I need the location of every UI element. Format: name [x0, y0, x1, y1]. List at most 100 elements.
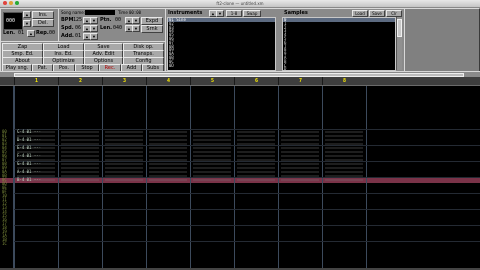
channel-header-1[interactable]: 1 [14, 77, 58, 85]
empty-cell[interactable] [237, 179, 275, 181]
empty-cell[interactable] [149, 163, 187, 165]
empty-cell[interactable] [105, 171, 143, 173]
empty-cell[interactable] [281, 151, 319, 153]
empty-cell[interactable] [149, 139, 187, 141]
empty-cell[interactable] [105, 155, 143, 157]
note-cell[interactable]: B-4 01 --- [17, 178, 41, 182]
empty-cell[interactable] [149, 179, 187, 181]
empty-cell[interactable] [325, 171, 363, 173]
empty-cell[interactable] [237, 155, 275, 157]
pattern-down-button[interactable]: ▼ [132, 17, 140, 24]
empty-cell[interactable] [61, 179, 99, 181]
sample-list-scroll-thumb[interactable] [397, 19, 402, 37]
empty-cell[interactable] [281, 147, 319, 149]
empty-cell[interactable] [193, 147, 231, 149]
note-cell[interactable]: C-4 01 --- [17, 130, 41, 134]
empty-cell[interactable] [193, 167, 231, 169]
empty-cell[interactable] [281, 139, 319, 141]
empty-cell[interactable] [325, 139, 363, 141]
note-cell[interactable]: F-4 01 --- [17, 154, 41, 158]
pattern-length-down-button[interactable]: ▼ [132, 25, 140, 32]
sample-list-scrollbar[interactable] [396, 17, 402, 70]
empty-cell[interactable] [325, 135, 363, 137]
empty-cell[interactable] [325, 131, 363, 133]
empty-cell[interactable] [61, 139, 99, 141]
shrink-button[interactable]: Srnk [141, 25, 163, 33]
empty-cell[interactable] [61, 147, 99, 149]
note-cell[interactable]: D-4 01 --- [17, 138, 41, 142]
empty-cell[interactable] [281, 179, 319, 181]
empty-cell[interactable] [61, 135, 99, 137]
empty-cell[interactable] [237, 151, 275, 153]
empty-cell[interactable] [61, 151, 99, 153]
pos-delete-button[interactable]: Del. [32, 19, 54, 27]
channel-header-6[interactable]: 6 [234, 77, 278, 85]
empty-cell[interactable] [281, 167, 319, 169]
empty-cell[interactable] [149, 151, 187, 153]
empty-cell[interactable] [193, 179, 231, 181]
channel-header-3[interactable]: 3 [102, 77, 146, 85]
empty-cell[interactable] [105, 147, 143, 149]
empty-cell[interactable] [105, 131, 143, 133]
empty-cell[interactable] [237, 139, 275, 141]
empty-cell[interactable] [61, 171, 99, 173]
expand-button[interactable]: Expd [141, 17, 163, 25]
bpm-down-button[interactable]: ▼ [90, 17, 98, 24]
empty-cell[interactable] [193, 131, 231, 133]
empty-cell[interactable] [105, 151, 143, 153]
empty-cell[interactable] [237, 171, 275, 173]
note-cell[interactable]: G-4 01 --- [17, 162, 41, 166]
empty-cell[interactable] [193, 171, 231, 173]
empty-cell[interactable] [61, 163, 99, 165]
add-down-button[interactable]: ▼ [90, 33, 98, 40]
empty-cell[interactable] [149, 135, 187, 137]
empty-cell[interactable] [237, 147, 275, 149]
empty-cell[interactable] [237, 167, 275, 169]
speed-down-button[interactable]: ▼ [90, 25, 98, 32]
empty-cell[interactable] [281, 131, 319, 133]
pos-down-button[interactable]: ▼ [23, 20, 31, 27]
empty-cell[interactable] [193, 155, 231, 157]
note-cell[interactable]: E-4 01 --- [17, 146, 41, 150]
empty-cell[interactable] [105, 139, 143, 141]
song-length-up-button[interactable]: ▲ [27, 30, 35, 37]
empty-cell[interactable] [325, 179, 363, 181]
instrument-bank-button[interactable]: 1-8 [226, 10, 242, 17]
empty-cell[interactable] [237, 131, 275, 133]
channel-header-2[interactable]: 2 [58, 77, 102, 85]
empty-cell[interactable] [61, 131, 99, 133]
pos-up-button[interactable]: ▲ [23, 11, 31, 18]
empty-cell[interactable] [105, 163, 143, 165]
empty-cell[interactable] [105, 135, 143, 137]
channel-header-8[interactable]: 8 [322, 77, 366, 85]
empty-cell[interactable] [193, 135, 231, 137]
empty-cell[interactable] [325, 167, 363, 169]
empty-cell[interactable] [325, 155, 363, 157]
instruments-page-down-button[interactable]: ▼ [216, 10, 224, 17]
sample-list[interactable]: 0123456789ABCDE [282, 17, 396, 71]
empty-cell[interactable] [325, 147, 363, 149]
empty-cell[interactable] [105, 167, 143, 169]
empty-cell[interactable] [281, 171, 319, 173]
channel-header-4[interactable]: 4 [146, 77, 190, 85]
empty-cell[interactable] [193, 139, 231, 141]
sample-clear-button[interactable]: Clr [386, 10, 402, 17]
empty-cell[interactable] [237, 135, 275, 137]
sample-save-button[interactable]: Save [369, 10, 385, 17]
empty-cell[interactable] [149, 131, 187, 133]
pos-insert-button[interactable]: Ins. [32, 11, 54, 19]
instrument-list[interactable]: 01 Sine 02 03 04 05 06 07 08 09 0A 0B 0C 0D [167, 17, 276, 71]
empty-cell[interactable] [281, 135, 319, 137]
channel-header-7[interactable]: 7 [278, 77, 322, 85]
empty-cell[interactable] [149, 155, 187, 157]
empty-cell[interactable] [281, 155, 319, 157]
swap-bank-button[interactable]: Swap [243, 10, 261, 17]
empty-cell[interactable] [149, 167, 187, 169]
pattern-editor[interactable]: 00 01 02 03 04 05 06 07 08 09 0A 0B 0C 0D 0E 0F 10 11 12 13… [0, 86, 480, 268]
empty-cell[interactable] [61, 167, 99, 169]
empty-cell[interactable] [105, 179, 143, 181]
empty-cell[interactable] [193, 151, 231, 153]
empty-cell[interactable] [193, 163, 231, 165]
song-name-field[interactable] [85, 10, 115, 15]
empty-cell[interactable] [149, 171, 187, 173]
